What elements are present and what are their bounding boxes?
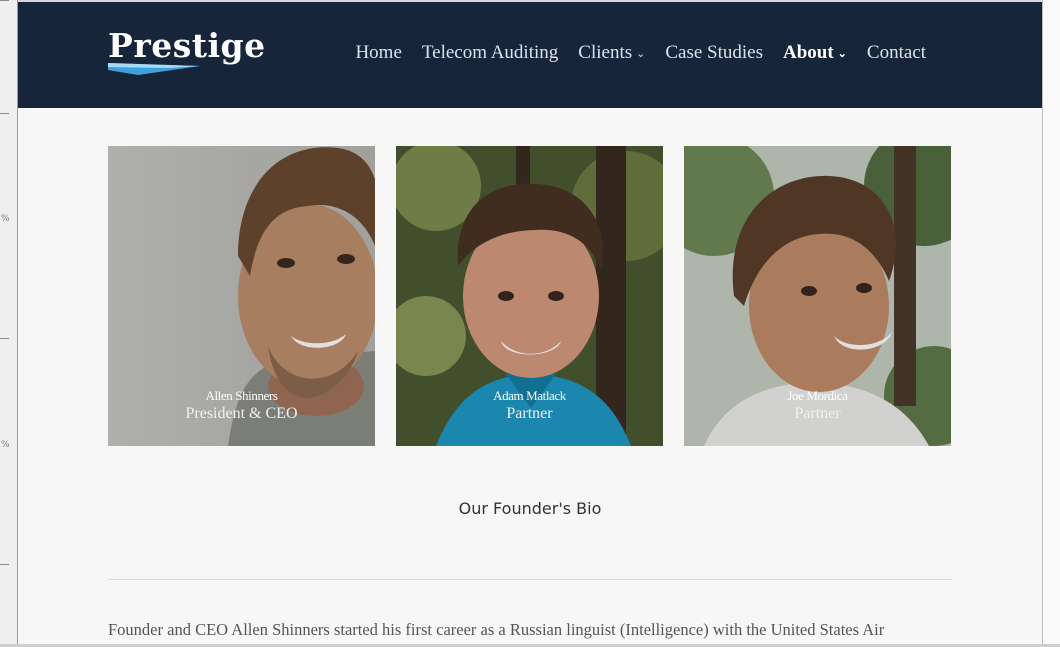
nav-clients-label: Clients	[578, 42, 633, 63]
nav-clients[interactable]: Clients ⌄	[578, 42, 645, 64]
team-card-joe-mordica[interactable]: Joe Mordica Partner	[684, 146, 951, 446]
team-card-allen-shinners[interactable]: Allen Shinners President & CEO	[108, 146, 375, 446]
browser-viewport: Prestige Home Telecom Auditing Clients ⌄…	[18, 2, 1042, 647]
prestige-logo[interactable]: Prestige	[108, 26, 265, 86]
nav-case-studies[interactable]: Case Studies	[665, 42, 763, 64]
ruler-percent-label: %	[1, 214, 10, 224]
member-role: Partner	[506, 405, 553, 422]
nav-about-label: About	[782, 42, 834, 63]
site-header: Prestige Home Telecom Auditing Clients ⌄…	[18, 2, 1042, 108]
team-card-adam-matlack[interactable]: Adam Matlack Partner	[396, 146, 663, 446]
member-role: President & CEO	[185, 405, 298, 422]
window-right-edge	[1042, 0, 1060, 647]
member-name: Adam Matlack	[493, 388, 566, 403]
logo-wordmark: Prestige	[108, 26, 266, 65]
chevron-down-icon: ⌄	[837, 47, 847, 60]
member-name: Joe Mordica	[787, 388, 848, 403]
logo-swoosh-icon	[108, 63, 200, 75]
team-grid: Allen Shinners President & CEO Adam Matl…	[108, 146, 952, 446]
main-nav: Home Telecom Auditing Clients ⌄ Case Stu…	[355, 42, 926, 64]
founder-bio-text: Founder and CEO Allen Shinners started h…	[108, 620, 885, 639]
nav-telecom-auditing[interactable]: Telecom Auditing	[422, 42, 558, 64]
nav-case-studies-label: Case Studies	[665, 42, 763, 63]
nav-contact[interactable]: Contact	[867, 42, 926, 64]
chevron-down-icon: ⌄	[636, 47, 646, 60]
nav-telecom-auditing-label: Telecom Auditing	[421, 42, 559, 63]
ruler-tick	[0, 564, 9, 565]
divider	[108, 579, 952, 580]
ruler-tick	[0, 338, 9, 339]
ruler-percent-label: %	[1, 440, 10, 450]
ruler-tick	[0, 0, 9, 1]
member-role: Partner	[794, 405, 841, 422]
nav-home[interactable]: Home	[355, 42, 401, 64]
left-ruler: % %	[0, 0, 18, 647]
nav-contact-label: Contact	[866, 42, 926, 63]
founder-bio-heading: Our Founder's Bio	[458, 499, 602, 518]
nav-about[interactable]: About ⌄	[783, 42, 847, 64]
ruler-tick	[0, 113, 9, 114]
member-name: Allen Shinners	[205, 388, 278, 403]
nav-home-label: Home	[355, 42, 402, 63]
